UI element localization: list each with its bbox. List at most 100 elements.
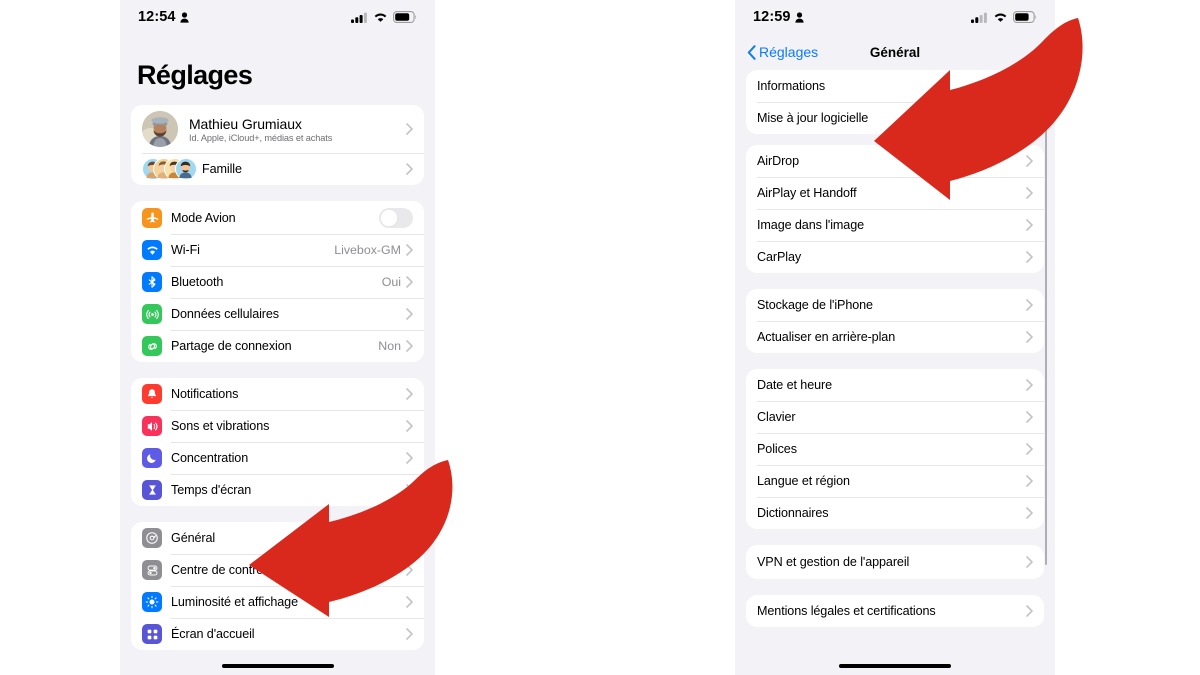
nav-title: Général: [869, 44, 921, 60]
row-label: Luminosité et affichage: [171, 595, 298, 609]
chevron-right-icon: [406, 308, 413, 320]
row-clavier[interactable]: Clavier: [746, 401, 1044, 433]
cellular-icon: [142, 304, 162, 324]
status-bar-time: 12:54: [138, 9, 176, 25]
home-indicator: [839, 664, 951, 668]
avatar: [142, 111, 178, 147]
row-image-dans-limage[interactable]: Image dans l'image: [746, 209, 1044, 241]
row-label: Centre de contrôle: [171, 563, 273, 577]
account-text: Mathieu Grumiaux Id. Apple, iCloud+, méd…: [189, 116, 332, 143]
row-partage-de-connexion[interactable]: Partage de connexion Non: [131, 330, 424, 362]
moon-icon: [142, 448, 162, 468]
row-label: CarPlay: [757, 250, 802, 264]
person-icon: [794, 11, 804, 23]
legal-group: Mentions légales et certifications: [746, 595, 1044, 627]
row-carplay[interactable]: CarPlay: [746, 241, 1044, 273]
row-label: Image dans l'image: [757, 218, 865, 232]
chevron-right-icon: [1026, 475, 1033, 487]
row-centre-de-controle[interactable]: Centre de contrôle: [131, 554, 424, 586]
chevron-right-icon: [1026, 605, 1033, 617]
row-label: Sons et vibrations: [171, 419, 270, 433]
row-dictionnaires[interactable]: Dictionnaires: [746, 497, 1044, 529]
airplane-icon: [142, 207, 162, 228]
connectivity-group: Mode Avion Wi-Fi Livebox-GM Bluetooth Ou…: [131, 201, 424, 362]
chevron-right-icon: [406, 420, 413, 432]
row-airplay-et-handoff[interactable]: AirPlay et Handoff: [746, 177, 1044, 209]
left-status-bar: 12:54: [120, 0, 435, 34]
row-label: Temps d'écran: [171, 483, 252, 497]
family-label: Famille: [202, 162, 242, 176]
row-polices[interactable]: Polices: [746, 433, 1044, 465]
bluetooth-icon: [142, 272, 162, 292]
notifications-group: Notifications Sons et vibrations Concent: [131, 378, 424, 506]
gear-icon: [142, 528, 162, 548]
right-phone-screen: 12:59 Réglages Général Informations Mise…: [735, 0, 1055, 675]
family-row[interactable]: Famille: [131, 153, 424, 185]
row-general[interactable]: Général: [131, 522, 424, 554]
chevron-right-icon: [1026, 379, 1033, 391]
battery-icon: [1013, 11, 1037, 23]
speaker-icon: [142, 416, 162, 436]
chevron-right-icon: [406, 123, 413, 135]
chevron-right-icon: [1026, 299, 1033, 311]
row-airdrop[interactable]: AirDrop: [746, 145, 1044, 177]
row-langue-et-region[interactable]: Langue et région: [746, 465, 1044, 497]
row-value: Livebox-GM: [334, 243, 401, 257]
right-status-bar: 12:59: [735, 0, 1055, 34]
row-label: Données cellulaires: [171, 307, 280, 321]
status-bar-time: 12:59: [753, 9, 791, 25]
row-bluetooth[interactable]: Bluetooth Oui: [131, 266, 424, 298]
row-ecran-daccueil[interactable]: Écran d'accueil: [131, 618, 424, 650]
row-mentions-legales-et-certifications[interactable]: Mentions légales et certifications: [746, 595, 1044, 627]
row-concentration[interactable]: Concentration: [131, 442, 424, 474]
row-wifi[interactable]: Wi-Fi Livebox-GM: [131, 234, 424, 266]
row-label: Mentions légales et certifications: [757, 604, 936, 618]
navigation-bar: Réglages Général: [735, 34, 1055, 70]
chevron-right-icon: [1026, 112, 1033, 124]
row-label: VPN et gestion de l'appareil: [757, 555, 910, 569]
cellular-signal-icon: [351, 12, 367, 23]
row-date-et-heure[interactable]: Date et heure: [746, 369, 1044, 401]
chevron-right-icon: [1026, 556, 1033, 568]
airplane-mode-toggle[interactable]: [379, 207, 413, 228]
row-informations[interactable]: Informations: [746, 70, 1044, 102]
row-stockage-de-liphone[interactable]: Stockage de l'iPhone: [746, 289, 1044, 321]
brightness-icon: [142, 592, 162, 612]
row-label: Mise à jour logicielle: [757, 111, 869, 125]
battery-icon: [393, 11, 417, 23]
chevron-right-icon: [406, 452, 413, 464]
row-notifications[interactable]: Notifications: [131, 378, 424, 410]
row-donnees-cellulaires[interactable]: Données cellulaires: [131, 298, 424, 330]
localization-group: Date et heure Clavier Polices Langue et …: [746, 369, 1044, 529]
apple-account-row[interactable]: Mathieu Grumiaux Id. Apple, iCloud+, méd…: [131, 105, 424, 153]
back-button[interactable]: Réglages: [747, 44, 818, 60]
account-subtitle: Id. Apple, iCloud+, médias et achats: [189, 132, 333, 143]
status-bar-time-group: 12:54: [138, 9, 189, 25]
general-group: Général Centre de contrôle Luminosité et: [131, 522, 424, 650]
chevron-right-icon: [1026, 507, 1033, 519]
chevron-right-icon: [406, 163, 413, 175]
row-actualiser-en-arriere-plan[interactable]: Actualiser en arrière-plan: [746, 321, 1044, 353]
vpn-group: VPN et gestion de l'appareil: [746, 545, 1044, 579]
status-bar-indicators: [351, 11, 417, 23]
row-luminosite-et-affichage[interactable]: Luminosité et affichage: [131, 586, 424, 618]
row-mode-avion[interactable]: Mode Avion: [131, 201, 424, 234]
row-vpn-et-gestion-de-lappareil[interactable]: VPN et gestion de l'appareil: [746, 545, 1044, 579]
row-label: Polices: [757, 442, 797, 456]
chevron-right-icon: [406, 484, 413, 496]
account-card: Mathieu Grumiaux Id. Apple, iCloud+, méd…: [131, 105, 424, 185]
row-label: Mode Avion: [171, 210, 236, 225]
chevron-right-icon: [406, 596, 413, 608]
row-label: Notifications: [171, 387, 239, 401]
row-sons-et-vibrations[interactable]: Sons et vibrations: [131, 410, 424, 442]
memoji-4: [175, 158, 197, 180]
row-temps-decran[interactable]: Temps d'écran: [131, 474, 424, 506]
chevron-right-icon: [1026, 251, 1033, 263]
row-mise-a-jour-logicielle[interactable]: Mise à jour logicielle: [746, 102, 1044, 134]
vertical-scrollbar[interactable]: [1044, 78, 1047, 565]
chevron-right-icon: [406, 564, 413, 576]
airdrop-group: AirDrop AirPlay et Handoff Image dans l'…: [746, 145, 1044, 273]
chevron-right-icon: [406, 388, 413, 400]
chevron-right-icon: [406, 244, 413, 256]
info-group: Informations Mise à jour logicielle: [746, 70, 1044, 134]
